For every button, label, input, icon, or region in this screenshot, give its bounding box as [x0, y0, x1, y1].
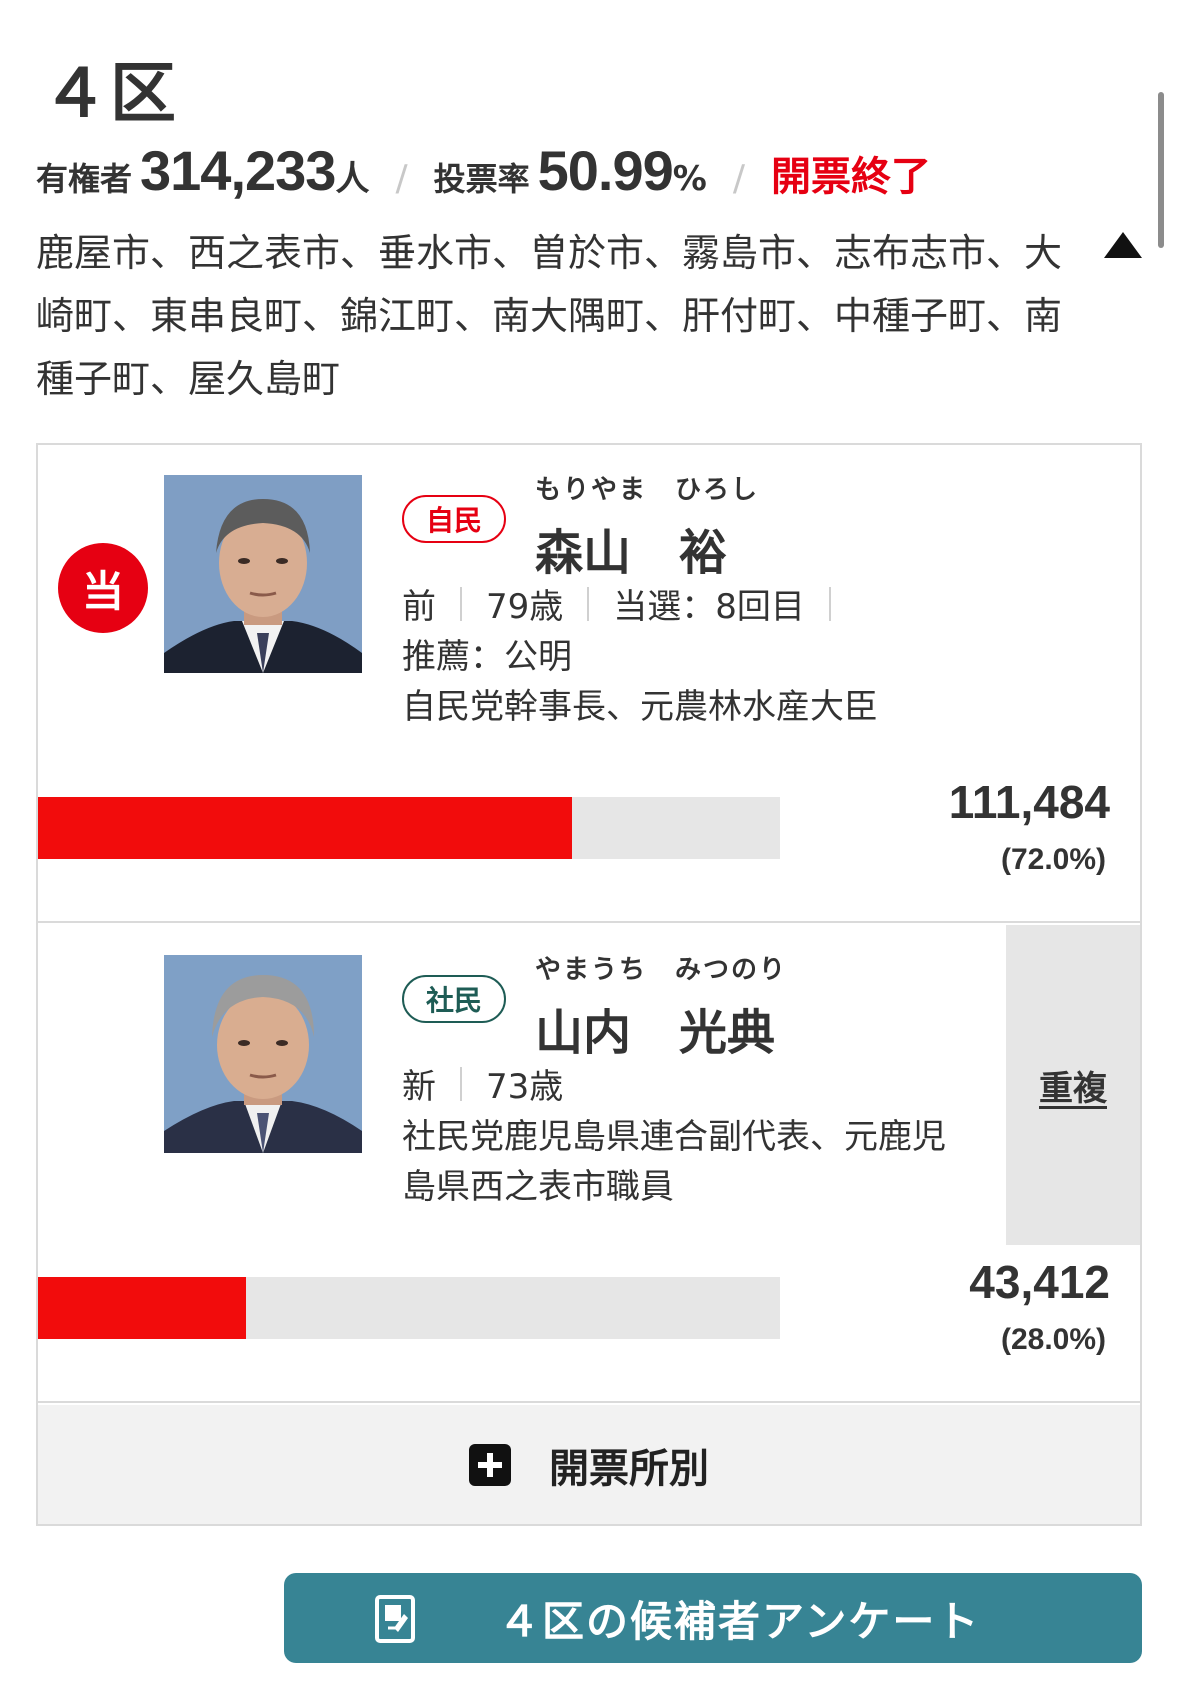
candidate-photo	[164, 955, 362, 1153]
vote-count: 111,484	[948, 776, 1110, 828]
candidate-survey-button[interactable]: ４区の候補者アンケート	[284, 1573, 1142, 1663]
voters-value: 314,233	[140, 139, 336, 202]
voters-label: 有権者	[36, 160, 133, 198]
winner-badge: 当	[58, 543, 148, 633]
page-scrollbar[interactable]	[1158, 92, 1164, 248]
candidate-recommendation: 推薦：公明	[402, 637, 572, 677]
vote-bar-fill	[38, 1277, 246, 1339]
vote-percent: (72.0%)	[1000, 843, 1106, 876]
candidate-survey-label: ４区の候補者アンケート	[498, 1596, 981, 1646]
meta-divider	[460, 1066, 462, 1101]
vote-bar-fill	[38, 797, 573, 859]
incumbency-status: 前	[402, 587, 436, 627]
times-elected: 当選：8回目	[613, 587, 805, 627]
party-badge: 自民	[402, 495, 507, 543]
candidate-card: 当 自民 もりやま ひろし 森山 裕 前 79歳 当選：8回目 推薦：公明 自民…	[38, 445, 1140, 923]
party-badge: 社民	[402, 975, 507, 1023]
candidate-age: 79歳	[486, 587, 564, 627]
candidate-name: 山内 光典	[535, 1005, 776, 1061]
stats-separator: /	[732, 158, 745, 199]
turnout-value: 50.99	[537, 139, 674, 202]
district-area-list: 鹿屋市、西之表市、垂水市、曽於市、霧島市、志布志市、大崎町、東串良町、錦江町、南…	[36, 231, 1063, 401]
district-title: ４区	[42, 55, 178, 132]
count-status: 開票終了	[770, 154, 931, 200]
survey-doc-icon	[374, 1594, 416, 1644]
vote-count: 43,412	[969, 1256, 1110, 1308]
turnout-label: 投票率	[433, 160, 530, 198]
candidate-furigana: やまうち みつのり	[535, 955, 788, 985]
meta-divider	[828, 586, 831, 621]
candidate-name: 森山 裕	[535, 525, 728, 581]
candidate-photo	[164, 475, 362, 673]
stats-separator: /	[395, 158, 408, 199]
voters-unit: 人	[335, 159, 370, 199]
duplicate-candidacy-link[interactable]: 重複	[1039, 1061, 1107, 1110]
candidate-meta: 新 73歳	[402, 1059, 563, 1108]
district-stats: 有権者 314,233 人 / 投票率 50.99 % / 開票終了	[36, 138, 931, 202]
candidate-furigana: もりやま ひろし	[535, 475, 760, 505]
candidate-career: 自民党幹事長、元農林水産大臣	[402, 687, 878, 727]
plus-square-icon	[469, 1443, 511, 1486]
meta-divider	[587, 586, 590, 621]
candidate-meta: 前 79歳 当選：8回目	[402, 579, 855, 628]
candidate-age: 73歳	[486, 1067, 564, 1107]
turnout-unit: %	[672, 159, 707, 199]
vote-bar-track	[38, 1277, 780, 1339]
duplicate-candidacy-panel: 重複	[1006, 925, 1140, 1245]
vote-bar-track	[38, 797, 780, 859]
triangle-up-icon[interactable]	[1104, 232, 1142, 258]
precinct-results-label: 開票所別	[549, 1445, 709, 1492]
candidate-career: 島県西之表市職員	[402, 1167, 674, 1207]
meta-divider	[460, 586, 462, 621]
candidate-card: 社民 やまうち みつのり 山内 光典 新 73歳 社民党鹿児島県連合副代表、元鹿…	[38, 925, 1140, 1403]
vote-percent: (28.0%)	[1000, 1323, 1106, 1356]
candidate-career: 社民党鹿児島県連合副代表、元鹿児	[402, 1117, 946, 1157]
results-panel: 当 自民 もりやま ひろし 森山 裕 前 79歳 当選：8回目 推薦：公明 自民…	[36, 443, 1142, 1526]
precinct-results-toggle[interactable]: 開票所別	[38, 1405, 1140, 1524]
incumbency-status: 新	[402, 1067, 436, 1107]
